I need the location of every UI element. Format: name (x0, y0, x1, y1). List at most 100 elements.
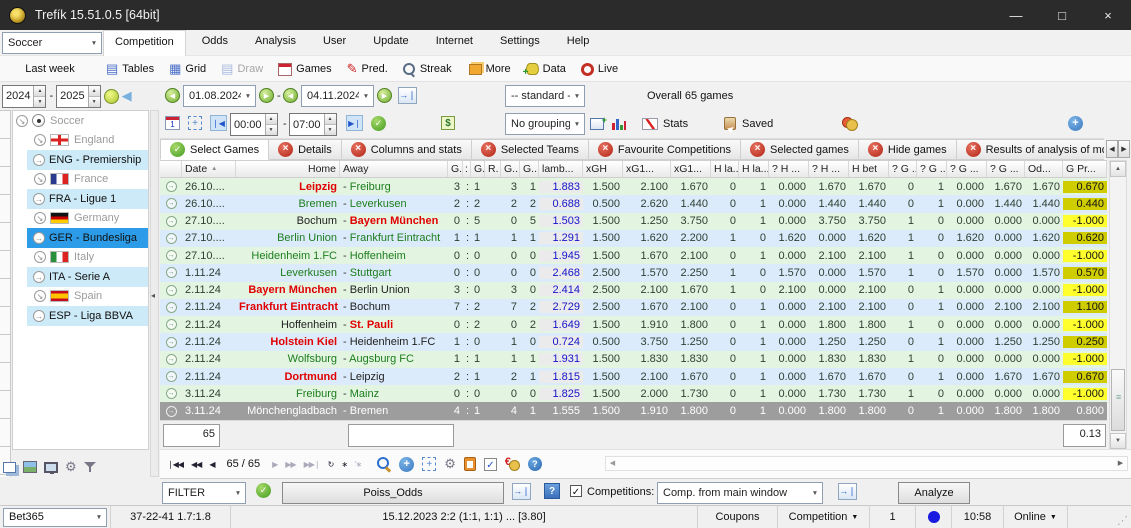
row-expander-icon[interactable]: → (165, 284, 177, 296)
tree-expand-icon[interactable]: → (33, 231, 45, 244)
row-expander-icon[interactable]: → (165, 181, 177, 193)
confirm-icon[interactable] (483, 457, 497, 471)
menu-tab-competition[interactable]: Competition (103, 30, 186, 56)
toolbar-data-button[interactable]: Data (523, 63, 566, 78)
hscroll-right-icon[interactable]: ▶ (1114, 457, 1127, 470)
table-row[interactable]: → 26.10.... Leipzig - Freiburg 3:1 3 1 1.883 1.5… (160, 178, 1107, 196)
row-expander[interactable]: → (160, 232, 182, 244)
filter-select[interactable]: FILTER ▼ (162, 482, 246, 504)
image-icon[interactable] (23, 461, 37, 473)
help-question-icon[interactable] (544, 483, 560, 499)
add-circle-icon[interactable] (1068, 116, 1083, 131)
date-from-select[interactable]: 01.08.2024 ▼ (183, 85, 256, 107)
column-header-[interactable]: : (463, 161, 471, 177)
search-icon[interactable] (377, 457, 391, 471)
empty-field[interactable] (348, 424, 454, 447)
sidebar-item-france[interactable]: ↘ France (13, 170, 148, 190)
column-header-xgh[interactable]: xGH (583, 161, 623, 177)
load-filter-icon[interactable] (512, 483, 531, 500)
scroll-up-icon[interactable]: ▲ (1110, 161, 1126, 177)
row-expander[interactable]: → (160, 336, 182, 348)
sport-select[interactable]: Soccer ▼ (2, 32, 102, 54)
column-header-h[interactable]: ? H ... (809, 161, 849, 177)
menu-tab-internet[interactable]: Internet (425, 30, 484, 56)
view-tab-details[interactable]: Details (269, 139, 342, 160)
money-filter-icon[interactable] (441, 116, 455, 130)
table-row[interactable]: → 2.11.24 Frankfurt Eintracht - Bochum 7:2 7 2… (160, 298, 1107, 317)
row-expander[interactable]: → (160, 250, 182, 262)
new-record-icon[interactable]: ∗ (341, 460, 348, 469)
year-from-spinner[interactable]: 2024 ▲ ▼ (2, 84, 47, 108)
spin-down-icon[interactable]: ▼ (88, 96, 100, 107)
bookmaker-select[interactable]: Bet365 ▼ (3, 507, 107, 527)
menu-tab-odds[interactable]: Odds (191, 30, 239, 56)
coupons-button[interactable]: Coupons (697, 506, 777, 528)
help-icon[interactable] (527, 457, 542, 471)
saved-icon[interactable] (724, 117, 736, 130)
coins-icon[interactable] (842, 117, 858, 131)
analyze-button[interactable]: Analyze (898, 482, 970, 504)
column-header-h-la[interactable]: H la... (739, 161, 769, 177)
menu-tab-help[interactable]: Help (556, 30, 601, 56)
row-expander[interactable]: → (160, 405, 182, 417)
scroll-down-icon[interactable]: ▼ (1110, 433, 1126, 449)
vertical-scrollbar[interactable]: ▲ ▼ (1109, 160, 1127, 450)
refresh-icon[interactable]: ↻ (328, 460, 335, 469)
spin-up-icon[interactable]: ▲ (265, 114, 277, 125)
column-header-home[interactable]: Home (236, 161, 340, 177)
row-expander-icon[interactable]: → (165, 336, 177, 348)
row-expander-icon[interactable]: → (165, 198, 177, 210)
table-row[interactable]: → 27.10.... Berlin Union - Frankfurt Eintra… (160, 229, 1107, 248)
menu-tab-settings[interactable]: Settings (489, 30, 551, 56)
settings-gear-icon[interactable] (444, 456, 456, 472)
view-tab-select-games[interactable]: Select Games (160, 139, 270, 160)
resize-grip[interactable] (1067, 506, 1131, 528)
sidebar-item-italy[interactable]: ↘ Italy (13, 248, 148, 268)
time-from-spinner[interactable]: 00:00 ▲ ▼ (230, 113, 278, 136)
tab-scroll-right-icon[interactable]: ▶ (1118, 140, 1130, 158)
column-header-g[interactable]: G... (471, 161, 485, 177)
toolbar-more-button[interactable]: More (467, 63, 511, 75)
row-expander-icon[interactable]: → (165, 301, 177, 313)
nav-prev-icon[interactable]: ◀ (209, 460, 215, 469)
sidebar-item-eng-premiership[interactable]: → ENG - Premiership (27, 150, 148, 170)
minimize-button[interactable]: — (993, 0, 1039, 30)
row-expander-icon[interactable]: → (165, 250, 177, 262)
tree-expand-icon[interactable]: → (33, 270, 45, 283)
menu-tab-user[interactable]: User (312, 30, 357, 56)
saved-label[interactable]: Saved (742, 118, 773, 130)
tree-expand-icon[interactable]: ↘ (34, 134, 46, 147)
column-header-g[interactable]: ? G ... (947, 161, 987, 177)
sidebar-item-fra-ligue-1[interactable]: → FRA - Ligue 1 (27, 189, 148, 209)
add-circle-icon[interactable] (399, 456, 415, 472)
toolbar-pred-button[interactable]: Pred. (347, 61, 388, 77)
filter-check-icon[interactable] (256, 483, 271, 498)
close-button[interactable]: × (1085, 0, 1131, 30)
grouping-select[interactable]: No grouping ▼ (505, 113, 585, 135)
view-tab-results-of-analysis-of-mor[interactable]: Results of analysis of mor (956, 139, 1104, 160)
funnel-icon[interactable] (83, 461, 96, 473)
gear-icon[interactable] (65, 459, 77, 475)
menu-tab-analysis[interactable]: Analysis (244, 30, 307, 56)
column-header-g[interactable]: G.. (501, 161, 520, 177)
table-row[interactable]: → 2.11.24 Hoffenheim - St. Pauli 0:2 0 2 1.649 1… (160, 316, 1107, 334)
tree-expand-icon[interactable]: → (33, 309, 45, 322)
table-row[interactable]: → 27.10.... Heidenheim 1.FC - Hoffenheim 0:0… (160, 247, 1107, 265)
horizontal-scrollbar[interactable]: ◀ ▶ (605, 456, 1128, 471)
view-tab-selected-games[interactable]: Selected games (741, 139, 859, 160)
year-to-spinner[interactable]: 2025 ▲ ▼ (56, 84, 101, 108)
column-header-g[interactable]: ? G ... (889, 161, 917, 177)
competitions-select[interactable]: Comp. from main window ▼ (657, 482, 823, 504)
scrollbar-thumb[interactable] (1111, 369, 1125, 431)
row-expander[interactable]: → (160, 215, 182, 227)
row-expander-icon[interactable]: → (165, 353, 177, 365)
row-expander-icon[interactable]: → (165, 232, 177, 244)
sidebar-item-spain[interactable]: ↘ Spain (13, 287, 148, 307)
table-row[interactable]: → 26.10.... Bremen - Leverkusen 2:2 2 2 0.688 0.… (160, 195, 1107, 213)
bar-chart-icon[interactable] (612, 117, 626, 130)
tree-expand-icon[interactable]: ↘ (34, 251, 46, 264)
table-row[interactable]: → 2.11.24 Bayern München - Berlin Union 3:0 3… (160, 281, 1107, 299)
date-to-next-icon[interactable] (377, 88, 392, 103)
date-from-next-icon[interactable] (259, 88, 274, 103)
spin-down-icon[interactable]: ▼ (265, 125, 277, 135)
